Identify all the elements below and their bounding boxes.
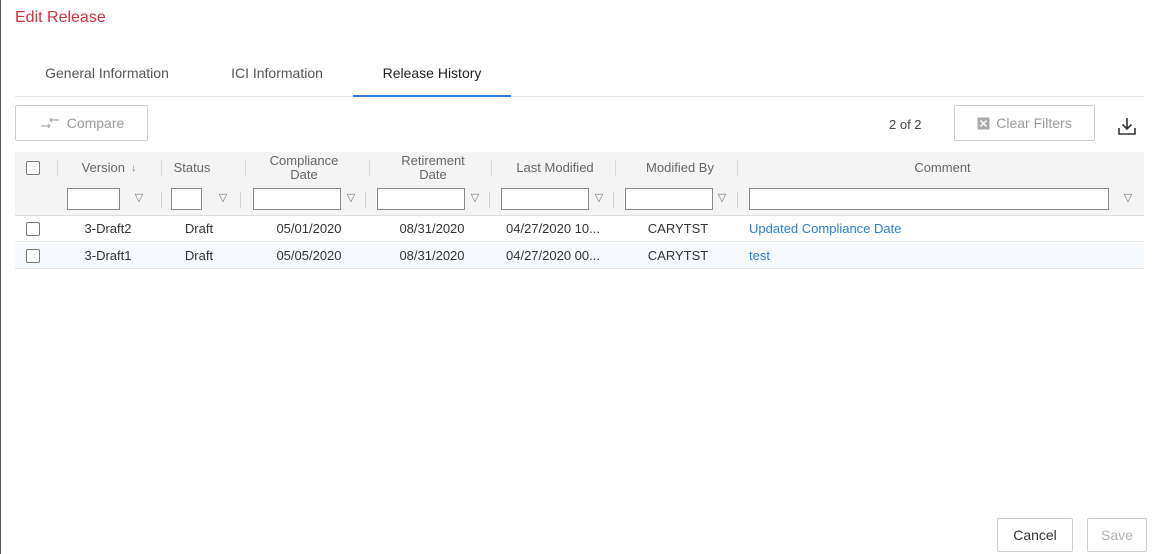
modified-by-cell: CARYTST bbox=[647, 248, 709, 263]
status-cell: Draft bbox=[184, 248, 214, 263]
tab-bar: General Information ICI Information Rele… bbox=[15, 60, 1144, 97]
compliance-date-cell: 05/05/2020 bbox=[276, 248, 342, 263]
select-all-checkbox[interactable] bbox=[26, 161, 40, 175]
column-header-modified-by[interactable]: Modified By bbox=[619, 152, 741, 184]
status-cell: Draft bbox=[184, 221, 214, 236]
last-modified-cell: 04/27/2020 00... bbox=[506, 248, 600, 263]
save-button[interactable]: Save bbox=[1087, 518, 1147, 552]
table-header: Version ↓ Status Compliance Date Retirem… bbox=[15, 152, 1144, 184]
retirement-date-filter-input[interactable] bbox=[377, 188, 465, 210]
row-checkbox[interactable] bbox=[26, 222, 40, 236]
compliance-date-cell: 05/01/2020 bbox=[276, 221, 342, 236]
clear-filters-button[interactable]: Clear Filters bbox=[954, 105, 1095, 141]
column-header-status[interactable]: Status bbox=[165, 152, 219, 184]
column-header-version[interactable]: Version ↓ bbox=[59, 152, 159, 184]
tab-general-information[interactable]: General Information bbox=[37, 60, 177, 97]
status-filter-icon[interactable]: ▽ bbox=[217, 191, 229, 205]
tab-ici-information[interactable]: ICI Information bbox=[221, 60, 333, 97]
cancel-button[interactable]: Cancel bbox=[997, 518, 1073, 552]
version-filter-input[interactable] bbox=[67, 188, 120, 210]
status-filter-input[interactable] bbox=[171, 188, 202, 210]
retirement-date-cell: 08/31/2020 bbox=[399, 221, 465, 236]
compliance-date-filter-icon[interactable]: ▽ bbox=[345, 191, 357, 205]
table-row[interactable]: 3-Draft1 Draft 05/05/2020 08/31/2020 04/… bbox=[15, 243, 1144, 269]
clear-filters-label: Clear Filters bbox=[996, 115, 1072, 131]
retirement-date-cell: 08/31/2020 bbox=[399, 248, 465, 263]
download-button[interactable] bbox=[1116, 115, 1138, 137]
download-icon bbox=[1118, 118, 1136, 135]
comment-filter-input[interactable] bbox=[749, 188, 1109, 210]
version-cell: 3-Draft1 bbox=[84, 248, 132, 263]
sort-descending-icon: ↓ bbox=[130, 162, 137, 174]
modified-by-cell: CARYTST bbox=[647, 221, 709, 236]
retirement-date-filter-icon[interactable]: ▽ bbox=[469, 191, 481, 205]
compare-label: Compare bbox=[66, 115, 125, 131]
filter-row: ▽ ▽ ▽ ▽ ▽ ▽ ▽ bbox=[15, 184, 1144, 216]
record-count: 2 of 2 bbox=[889, 117, 922, 132]
column-header-comment[interactable]: Comment bbox=[741, 152, 1144, 184]
comment-filter-icon[interactable]: ▽ bbox=[1122, 191, 1134, 205]
clear-filters-icon bbox=[977, 117, 990, 129]
compliance-date-filter-input[interactable] bbox=[253, 188, 341, 210]
column-header-compliance-date[interactable]: Compliance Date bbox=[249, 152, 359, 184]
compare-icon bbox=[40, 117, 59, 129]
dialog-title: Edit Release bbox=[15, 9, 106, 26]
row-checkbox[interactable] bbox=[26, 249, 40, 263]
comment-link[interactable]: test bbox=[749, 243, 1129, 269]
last-modified-filter-input[interactable] bbox=[501, 188, 589, 210]
edit-release-dialog: Edit Release General Information ICI Inf… bbox=[0, 0, 1153, 554]
column-header-retirement-date[interactable]: Retirement Date bbox=[373, 152, 493, 184]
modified-by-filter-input[interactable] bbox=[625, 188, 713, 210]
column-header-last-modified[interactable]: Last Modified bbox=[495, 152, 615, 184]
tab-release-history[interactable]: Release History bbox=[353, 60, 511, 97]
compare-button[interactable]: Compare bbox=[15, 105, 148, 141]
last-modified-filter-icon[interactable]: ▽ bbox=[593, 191, 605, 205]
table-row[interactable]: 3-Draft2 Draft 05/01/2020 08/31/2020 04/… bbox=[15, 216, 1144, 242]
modified-by-filter-icon[interactable]: ▽ bbox=[716, 191, 728, 205]
version-filter-icon[interactable]: ▽ bbox=[133, 191, 145, 205]
last-modified-cell: 04/27/2020 10... bbox=[506, 221, 600, 236]
version-cell: 3-Draft2 bbox=[84, 221, 132, 236]
comment-link[interactable]: Updated Compliance Date bbox=[749, 216, 1129, 242]
